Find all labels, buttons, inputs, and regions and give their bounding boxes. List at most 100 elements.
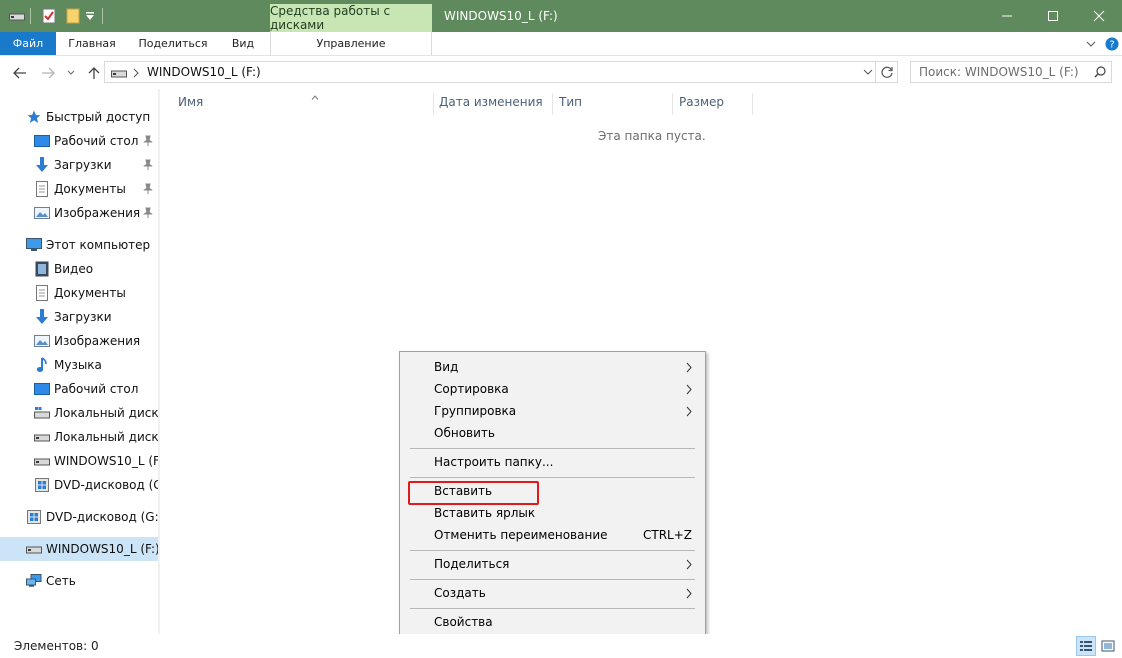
computer-icon — [26, 237, 42, 253]
pin-icon[interactable] — [142, 206, 154, 220]
nav-network[interactable]: Сеть — [0, 569, 158, 593]
drive-icon — [8, 6, 26, 26]
nav-item-documents[interactable]: Документы — [0, 177, 158, 201]
document-icon — [34, 181, 50, 197]
music-note-icon — [34, 357, 50, 373]
nav-item-pictures[interactable]: Изображения — [0, 201, 158, 225]
pin-icon[interactable] — [142, 158, 154, 172]
quick-access-separator — [30, 8, 31, 24]
refresh-button[interactable] — [876, 61, 898, 83]
breadcrumb-chevron-icon[interactable] — [133, 67, 139, 81]
close-button[interactable] — [1076, 0, 1122, 32]
menu-separator — [410, 477, 695, 478]
download-arrow-icon — [34, 157, 50, 173]
forward-icon[interactable] — [40, 65, 56, 81]
menu-separator — [410, 550, 695, 551]
nav-item-pc-downloads[interactable]: Загрузки — [0, 305, 158, 329]
window-title: WINDOWS10_L (F:) — [444, 9, 558, 23]
item-count: Элементов: 0 — [14, 639, 99, 653]
nav-item-desktop[interactable]: Рабочий стол — [0, 129, 158, 153]
nav-drive-root-selected[interactable]: WINDOWS10_L (F:) — [0, 537, 158, 561]
search-icon[interactable] — [1093, 65, 1107, 79]
maximize-button[interactable] — [1030, 0, 1076, 32]
pin-icon[interactable] — [142, 134, 154, 148]
menu-item-view[interactable]: Вид — [400, 356, 705, 378]
minimize-button[interactable] — [984, 0, 1030, 32]
pin-icon[interactable] — [142, 182, 154, 196]
breadcrumb[interactable]: WINDOWS10_L (F:) — [147, 62, 261, 82]
nav-this-pc[interactable]: Этот компьютер — [0, 233, 158, 257]
video-icon — [34, 261, 50, 277]
sort-ascending-icon — [310, 93, 320, 101]
menu-item-share[interactable]: Поделиться — [400, 553, 705, 575]
drive-tools-context-tab[interactable]: Средства работы с дисками — [270, 4, 432, 32]
nav-item-videos[interactable]: Видео — [0, 257, 158, 281]
navigation-bar: WINDOWS10_L (F:) Поиск: WINDOWS10_L (F:) — [0, 57, 1122, 89]
nav-item-downloads[interactable]: Загрузки — [0, 153, 158, 177]
desktop-icon — [34, 381, 50, 397]
menu-item-undo-rename[interactable]: Отменить переименование CTRL+Z — [400, 524, 705, 546]
nav-dvd-root[interactable]: DVD-дисковод (G:) W — [0, 505, 158, 529]
menu-item-refresh[interactable]: Обновить — [400, 422, 705, 444]
submenu-arrow-icon — [684, 558, 694, 570]
column-header-date[interactable]: Дата изменения — [433, 93, 553, 115]
up-icon[interactable] — [86, 65, 102, 81]
search-input[interactable]: Поиск: WINDOWS10_L (F:) — [910, 61, 1112, 83]
nav-item-pc-documents[interactable]: Документы — [0, 281, 158, 305]
nav-item-pc-desktop[interactable]: Рабочий стол — [0, 377, 158, 401]
nav-item-dvd-g[interactable]: DVD-дисковод (G:) — [0, 473, 158, 497]
menu-item-create[interactable]: Создать — [400, 582, 705, 604]
desktop-icon — [34, 133, 50, 149]
dvd-drive-icon — [34, 477, 50, 493]
drive-icon — [111, 67, 127, 81]
nav-item-windows10-f[interactable]: WINDOWS10_L (F:) — [0, 449, 158, 473]
menu-item-customize-folder[interactable]: Настроить папку... — [400, 451, 705, 473]
menu-item-group[interactable]: Группировка — [400, 400, 705, 422]
pictures-icon — [34, 333, 50, 349]
submenu-arrow-icon — [684, 405, 694, 417]
empty-folder-message: Эта папка пуста. — [598, 129, 706, 143]
network-icon — [26, 573, 42, 589]
drive-icon — [34, 453, 50, 469]
drive-icon — [26, 541, 42, 557]
tab-manage[interactable]: Управление — [270, 32, 432, 55]
windows-drive-icon — [34, 405, 50, 421]
search-placeholder: Поиск: WINDOWS10_L (F:) — [919, 65, 1079, 79]
nav-item-local-disk-e[interactable]: Локальный диск (E — [0, 425, 158, 449]
expand-ribbon-icon[interactable] — [1084, 36, 1098, 52]
dvd-drive-icon — [26, 509, 42, 525]
new-folder-icon[interactable] — [64, 6, 82, 26]
title-bar: Средства работы с дисками WINDOWS10_L (F… — [0, 0, 1122, 32]
menu-item-sort[interactable]: Сортировка — [400, 378, 705, 400]
nav-quick-access[interactable]: Быстрый доступ — [0, 105, 158, 129]
tab-home[interactable]: Главная — [56, 32, 128, 55]
customize-quick-access-icon[interactable] — [84, 6, 96, 26]
menu-item-paste-shortcut[interactable]: Вставить ярлык — [400, 502, 705, 524]
document-icon — [34, 285, 50, 301]
column-header-size[interactable]: Размер — [673, 93, 753, 115]
tab-share[interactable]: Поделиться — [128, 32, 218, 55]
tab-view[interactable]: Вид — [218, 32, 268, 55]
nav-item-local-disk-c[interactable]: Локальный диск (C — [0, 401, 158, 425]
nav-item-pc-pictures[interactable]: Изображения — [0, 329, 158, 353]
status-bar: Элементов: 0 — [0, 634, 1122, 658]
properties-icon[interactable] — [40, 6, 58, 26]
download-arrow-icon — [34, 309, 50, 325]
help-icon[interactable]: ? — [1104, 36, 1120, 52]
address-bar[interactable]: WINDOWS10_L (F:) — [104, 61, 876, 83]
recent-locations-icon[interactable] — [66, 65, 76, 81]
back-icon[interactable] — [12, 65, 28, 81]
column-header-name[interactable]: Имя — [172, 93, 434, 115]
menu-item-properties[interactable]: Свойства — [400, 611, 705, 633]
menu-separator — [410, 608, 695, 609]
large-icons-view-icon[interactable] — [1098, 636, 1118, 656]
svg-text:?: ? — [1109, 40, 1114, 51]
nav-item-music[interactable]: Музыка — [0, 353, 158, 377]
address-dropdown-icon[interactable] — [861, 64, 875, 80]
submenu-arrow-icon — [684, 361, 694, 373]
details-view-icon[interactable] — [1076, 636, 1096, 656]
menu-separator — [410, 448, 695, 449]
submenu-arrow-icon — [684, 383, 694, 395]
column-header-type[interactable]: Тип — [553, 93, 673, 115]
tab-file[interactable]: Файл — [0, 32, 56, 55]
